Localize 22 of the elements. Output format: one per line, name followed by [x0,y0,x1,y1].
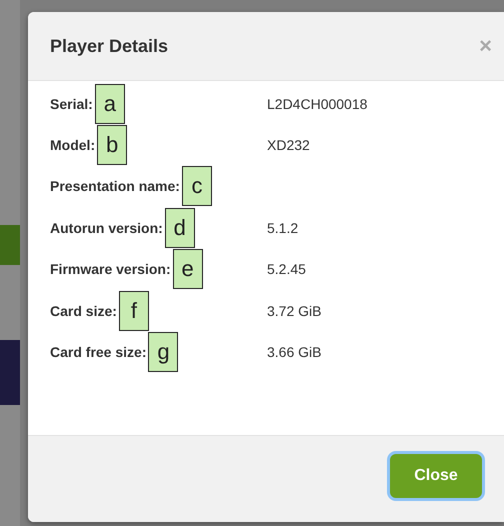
field-value: 3.66 GiB [267,344,322,360]
annotation-marker: b [97,125,128,166]
annotation-marker: d [164,208,195,248]
dialog-title: Player Details [50,36,168,56]
annotation-marker: e [172,249,203,290]
field-value: 5.2.45 [267,261,306,278]
field-value: 5.1.2 [267,220,298,236]
field-label: Model: [50,137,96,154]
field-value: L2D4CH000018 [267,96,368,112]
annotation-marker: g [148,332,178,372]
field-label: Firmware version: [50,261,171,278]
field-label: Card free size: [50,344,146,360]
field-label: Serial: [50,96,93,112]
field-label: Card size: [50,302,117,319]
field-label: Autorun version: [50,220,163,236]
field-value: 3.72 GiB [267,302,322,319]
annotation-marker: a [94,84,125,124]
close-button[interactable]: Close [390,454,482,498]
annotation-marker: c [182,166,212,206]
annotation-marker: f [118,290,149,331]
field-label: Presentation name: [50,178,180,194]
field-value: XD232 [267,137,310,154]
